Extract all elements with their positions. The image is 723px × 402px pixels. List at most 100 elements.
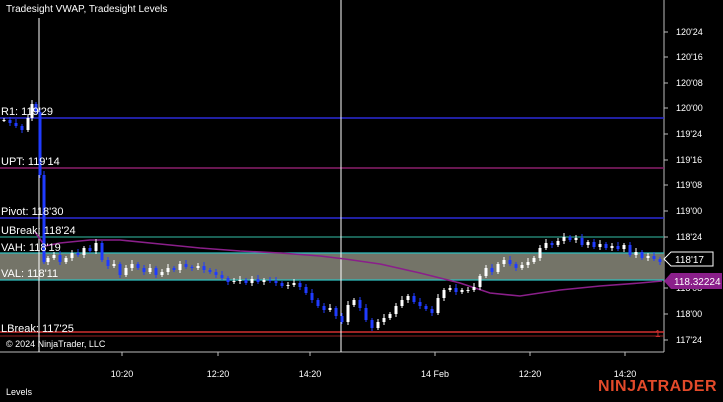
candle-body bbox=[502, 260, 506, 264]
candle-body bbox=[370, 320, 374, 328]
price-tick-label: 119'16 bbox=[676, 155, 702, 165]
candle-body bbox=[76, 253, 80, 255]
candle-body bbox=[412, 296, 416, 302]
candle-body bbox=[46, 258, 50, 262]
candle-body bbox=[268, 280, 272, 281]
price-tick-label: 120'16 bbox=[676, 52, 703, 62]
ninjatrader-logo: NINJATRADER bbox=[598, 378, 717, 395]
candle-body bbox=[616, 246, 620, 249]
time-tick-label: 12:20 bbox=[207, 369, 230, 379]
candle-body bbox=[202, 266, 206, 270]
candle-body bbox=[484, 268, 488, 276]
candle-body bbox=[388, 314, 392, 318]
price-chart[interactable]: R1: 119'29 UPT: 119'14 Pivot: 118'30 UBr… bbox=[0, 0, 723, 402]
candle-body bbox=[208, 270, 212, 272]
candle-body bbox=[14, 123, 18, 126]
candle-body bbox=[226, 278, 230, 282]
candle-body bbox=[472, 287, 476, 290]
price-tick-label: 120'24 bbox=[676, 27, 703, 37]
tab-levels[interactable]: Levels bbox=[6, 387, 32, 397]
candle-body bbox=[346, 305, 350, 322]
candle-body bbox=[232, 281, 236, 282]
candle-body bbox=[364, 308, 368, 320]
candle-body bbox=[130, 264, 134, 268]
candle-body bbox=[622, 245, 626, 249]
candle-body bbox=[136, 264, 140, 268]
candle-body bbox=[166, 268, 170, 272]
candle-body bbox=[478, 276, 482, 287]
candle-body bbox=[148, 268, 152, 272]
candle-body bbox=[154, 268, 158, 275]
candle-body bbox=[340, 316, 344, 322]
candle-body bbox=[190, 267, 194, 268]
candle-body bbox=[26, 118, 30, 130]
level-label-val: VAL: 118'11 bbox=[1, 268, 58, 280]
candlesticks bbox=[2, 100, 662, 331]
candle-body bbox=[292, 283, 296, 285]
candle-body bbox=[592, 242, 596, 247]
price-tick-label: 119'00 bbox=[676, 206, 702, 216]
candle-body bbox=[610, 246, 614, 248]
candle-body bbox=[520, 265, 524, 268]
candle-body bbox=[658, 259, 662, 262]
level-label-vah: VAH: 118'19 bbox=[1, 242, 61, 254]
price-tick-label: 118'24 bbox=[676, 232, 702, 242]
candle-body bbox=[466, 290, 470, 291]
candle-body bbox=[64, 258, 68, 262]
candle-body bbox=[568, 237, 572, 240]
candle-body bbox=[382, 318, 386, 322]
candle-body bbox=[322, 306, 326, 310]
candle-body bbox=[508, 260, 512, 264]
candle-body bbox=[424, 306, 428, 309]
copyright-text: © 2024 NinjaTrader, LLC bbox=[6, 339, 106, 349]
candle-body bbox=[496, 264, 500, 272]
candle-body bbox=[220, 275, 224, 278]
price-axis-ticks: 120'24 120'16 120'08 120'00 119'24 119'16 119'… bbox=[664, 27, 703, 345]
time-tick-label: 12:20 bbox=[519, 369, 542, 379]
candle-body bbox=[298, 283, 302, 287]
price-tick-label: 119'08 bbox=[676, 180, 702, 190]
candle-body bbox=[646, 256, 650, 258]
candle-body bbox=[196, 266, 200, 268]
candle-body bbox=[448, 288, 452, 290]
candle-body bbox=[100, 243, 104, 260]
price-tick-label: 117'24 bbox=[676, 335, 702, 345]
level-label-ubreak: UBreak: 118'24 bbox=[1, 225, 76, 237]
candle-body bbox=[604, 244, 608, 248]
candle-body bbox=[436, 298, 440, 313]
candle-body bbox=[454, 288, 458, 292]
time-tick-label: 14 Feb bbox=[421, 369, 449, 379]
candle-body bbox=[406, 296, 410, 300]
candle-body bbox=[628, 245, 632, 255]
candle-body bbox=[8, 120, 12, 123]
level-label-upt: UPT: 119'14 bbox=[1, 156, 60, 168]
candle-body bbox=[58, 255, 62, 262]
candle-body bbox=[394, 306, 398, 314]
candle-body bbox=[172, 268, 176, 270]
vwap-price-label: 118.32224 bbox=[674, 277, 721, 288]
candle-body bbox=[556, 241, 560, 245]
candle-body bbox=[124, 268, 128, 275]
candle-body bbox=[316, 300, 320, 306]
candle-body bbox=[286, 285, 290, 286]
candle-body bbox=[238, 280, 242, 281]
candle-body bbox=[532, 258, 536, 262]
price-tick-label: 120'08 bbox=[676, 78, 703, 88]
time-tick-label: 14:20 bbox=[299, 369, 322, 379]
candle-body bbox=[562, 237, 566, 241]
candle-body bbox=[460, 290, 464, 292]
price-tick-label: 119'24 bbox=[676, 129, 702, 139]
time-tick-label: 10:20 bbox=[111, 369, 134, 379]
price-tick-label: 120'00 bbox=[676, 103, 703, 113]
candle-body bbox=[358, 300, 362, 308]
candle-body bbox=[400, 300, 404, 306]
candle-body bbox=[634, 252, 638, 255]
candle-body bbox=[118, 264, 122, 275]
candle-body bbox=[526, 262, 530, 265]
candle-body bbox=[310, 293, 314, 300]
candle-body bbox=[328, 308, 332, 310]
candle-body bbox=[160, 272, 164, 275]
candle-body bbox=[262, 280, 266, 282]
bar-count-label: 1 bbox=[655, 329, 661, 340]
candle-body bbox=[280, 283, 284, 286]
